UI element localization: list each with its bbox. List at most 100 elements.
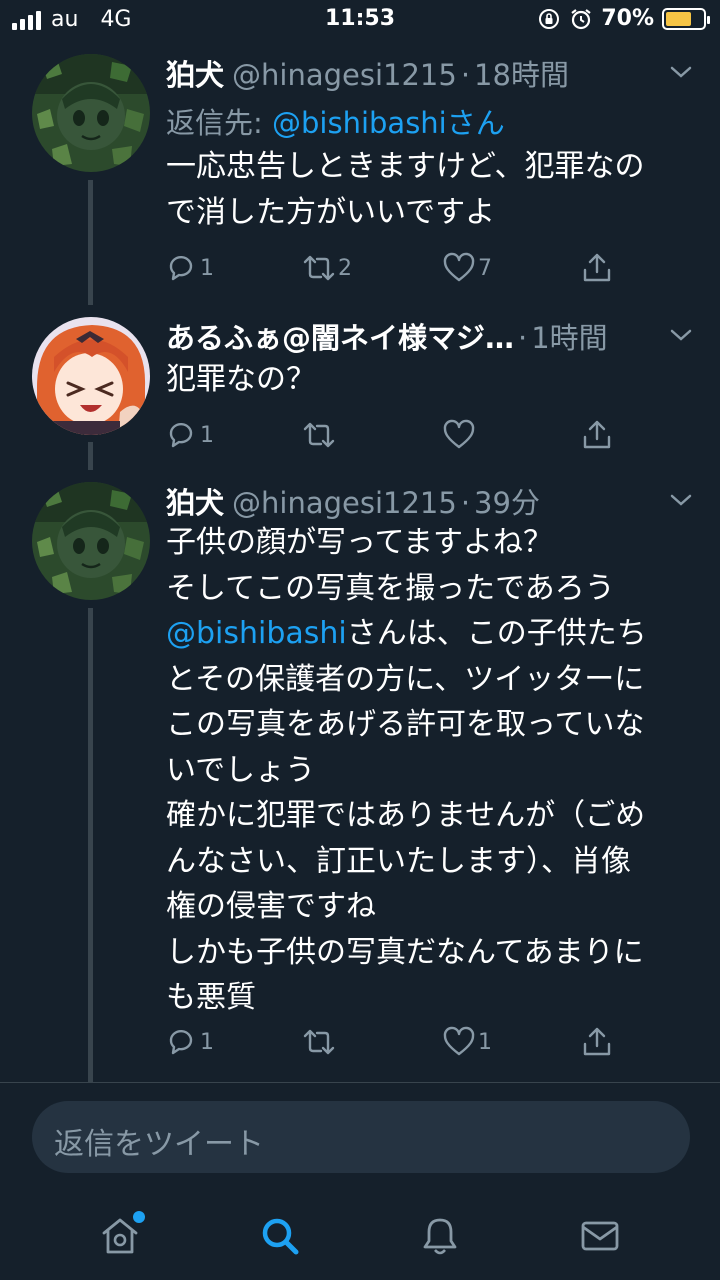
retweet-icon bbox=[303, 255, 335, 281]
tweet-text-fragment: さんは、この子供たち bbox=[346, 616, 647, 651]
user-handle[interactable]: @hinagesi1215 bbox=[232, 58, 457, 92]
tweet-text-line: んなさい、訂正いたします）、肖像 bbox=[166, 843, 631, 879]
share-button[interactable] bbox=[580, 418, 614, 452]
tab-messages[interactable] bbox=[575, 1211, 625, 1261]
tweet-text-line: も悪質 bbox=[166, 980, 256, 1015]
tab-home[interactable] bbox=[95, 1211, 145, 1261]
avatar[interactable] bbox=[32, 482, 150, 600]
avatar[interactable] bbox=[32, 54, 150, 172]
tweet-header: 狛犬 @hinagesi1215 · 18時間 bbox=[166, 52, 569, 94]
reply-input-placeholder: 返信をツイート bbox=[54, 1127, 264, 1162]
reply-compose-area: 返信をツイート bbox=[0, 1082, 720, 1192]
status-right: 70% bbox=[537, 6, 710, 31]
tab-notifications[interactable] bbox=[415, 1211, 465, 1261]
tweet-text-line: 確かに犯罪ではありませんが（ごめ bbox=[166, 798, 646, 833]
reply-to-line: 返信先: @bishibashiさん bbox=[166, 100, 505, 142]
tweet[interactable]: あるふぁ@闇ネイ様マジ… · 1時間 犯罪なの？ 1 bbox=[0, 305, 720, 470]
share-button[interactable] bbox=[580, 1025, 614, 1059]
battery-percent: 70% bbox=[601, 6, 654, 31]
heart-icon bbox=[443, 1026, 475, 1056]
reply-button[interactable]: 1 bbox=[164, 251, 214, 285]
reply-to-label: 返信先: bbox=[166, 106, 263, 140]
heart-icon bbox=[443, 419, 475, 449]
tweet-text-line: 犯罪なの？ bbox=[166, 362, 316, 397]
tweet-text-line: しかも子供の写真だなんてあまりに bbox=[166, 934, 644, 970]
tweet[interactable]: 狛犬 @hinagesi1215 · 39分 子供の顔が写ってますよね？ そして… bbox=[0, 470, 720, 1082]
tweet-actions: 1 2 7 bbox=[164, 251, 624, 291]
chevron-down-icon[interactable] bbox=[668, 62, 694, 82]
separator-dot: · bbox=[460, 58, 471, 92]
like-button[interactable]: 7 bbox=[442, 251, 492, 285]
share-icon bbox=[583, 1027, 611, 1056]
orientation-lock-icon bbox=[539, 8, 560, 29]
reply-input[interactable]: 返信をツイート bbox=[32, 1101, 690, 1173]
reply-count: 1 bbox=[200, 255, 214, 281]
like-button[interactable] bbox=[442, 418, 478, 452]
reply-icon bbox=[169, 255, 193, 281]
tweet-text-line: @bishibashiさんは、この子供たち bbox=[166, 611, 696, 657]
tweet-text: 子供の顔が写ってますよね？ そしてこの写真を撮ったであろう @bishibash… bbox=[166, 520, 696, 1021]
display-name[interactable]: 狛犬 bbox=[166, 52, 224, 94]
chevron-down-icon[interactable] bbox=[668, 490, 694, 510]
separator-dot: · bbox=[460, 486, 471, 520]
tweet-header: あるふぁ@闇ネイ様マジ… · 1時間 bbox=[166, 315, 608, 357]
thread-line bbox=[88, 442, 93, 470]
like-count: 1 bbox=[478, 1029, 492, 1055]
tweet-text-line: いでしょう bbox=[166, 752, 316, 788]
user-handle[interactable]: @hinagesi1215 bbox=[232, 486, 457, 520]
tab-search[interactable] bbox=[255, 1211, 305, 1261]
tweet-time[interactable]: 39分 bbox=[474, 480, 540, 522]
tweet-actions: 1 bbox=[164, 418, 624, 458]
tweet-time[interactable]: 18時間 bbox=[474, 52, 569, 94]
tweet-text-line: とその保護者の方に、ツイッターに bbox=[166, 661, 645, 697]
reply-to-mention[interactable]: @bishibashiさん bbox=[272, 106, 505, 140]
retweet-button[interactable] bbox=[302, 1025, 338, 1059]
share-icon bbox=[583, 253, 611, 282]
reply-button[interactable]: 1 bbox=[164, 418, 214, 452]
tweet-text-line: で消した方がいいですよ bbox=[166, 194, 496, 230]
share-icon bbox=[583, 420, 611, 449]
tweet-text-line: この写真をあげる許可を取っていな bbox=[166, 707, 645, 742]
screen: au 4G 11:53 70% 狛犬 @hinagesi1215 · 18時間 … bbox=[0, 0, 720, 1280]
tweet-text-line: 一応忠告しときますけど、犯罪なの bbox=[166, 149, 645, 184]
reply-button[interactable]: 1 bbox=[164, 1025, 214, 1059]
notification-dot bbox=[133, 1211, 145, 1223]
mail-icon bbox=[581, 1221, 619, 1251]
retweet-icon bbox=[303, 422, 335, 448]
bell-icon bbox=[423, 1218, 457, 1255]
share-button[interactable] bbox=[580, 251, 614, 285]
reply-icon bbox=[169, 422, 193, 448]
heart-icon bbox=[443, 252, 475, 282]
tweet-text-line: そしてこの写真を撮ったであろう bbox=[166, 570, 615, 606]
reply-count: 1 bbox=[200, 422, 214, 448]
like-count: 7 bbox=[478, 255, 492, 281]
mention-link[interactable]: @bishibashi bbox=[166, 616, 347, 651]
like-button[interactable]: 1 bbox=[442, 1025, 492, 1059]
retweet-icon bbox=[303, 1029, 335, 1055]
alarm-icon bbox=[571, 8, 591, 29]
thread-line bbox=[88, 608, 93, 1082]
retweet-button[interactable]: 2 bbox=[302, 251, 352, 285]
chevron-down-icon[interactable] bbox=[668, 325, 694, 345]
tweet-time[interactable]: 1時間 bbox=[531, 315, 607, 357]
tweet-text-line: 権の侵害ですね bbox=[166, 889, 376, 924]
tweet-text: 一応忠告しときますけど、犯罪なの で消した方がいいですよ bbox=[166, 144, 696, 235]
display-name[interactable]: 狛犬 bbox=[166, 480, 224, 522]
avatar[interactable] bbox=[32, 317, 150, 435]
retweet-button[interactable] bbox=[302, 418, 338, 452]
reply-icon bbox=[169, 1029, 193, 1055]
display-name[interactable]: あるふぁ@闇ネイ様マジ… bbox=[166, 315, 514, 357]
thread-line bbox=[88, 180, 93, 305]
tweet-text-line: 子供の顔が写ってますよね？ bbox=[166, 525, 553, 560]
retweet-count: 2 bbox=[338, 255, 352, 281]
search-icon bbox=[262, 1218, 299, 1255]
battery-icon bbox=[662, 7, 710, 30]
tweet-text: 犯罪なの？ bbox=[166, 357, 696, 403]
reply-count: 1 bbox=[200, 1029, 214, 1055]
tweet[interactable]: 狛犬 @hinagesi1215 · 18時間 返信先: @bishibashi… bbox=[0, 40, 720, 305]
separator-dot: · bbox=[518, 321, 528, 355]
status-bar: au 4G 11:53 70% bbox=[0, 0, 720, 40]
battery-level bbox=[666, 11, 692, 26]
tweet-actions: 1 1 bbox=[164, 1025, 624, 1065]
tab-bar bbox=[0, 1192, 720, 1280]
